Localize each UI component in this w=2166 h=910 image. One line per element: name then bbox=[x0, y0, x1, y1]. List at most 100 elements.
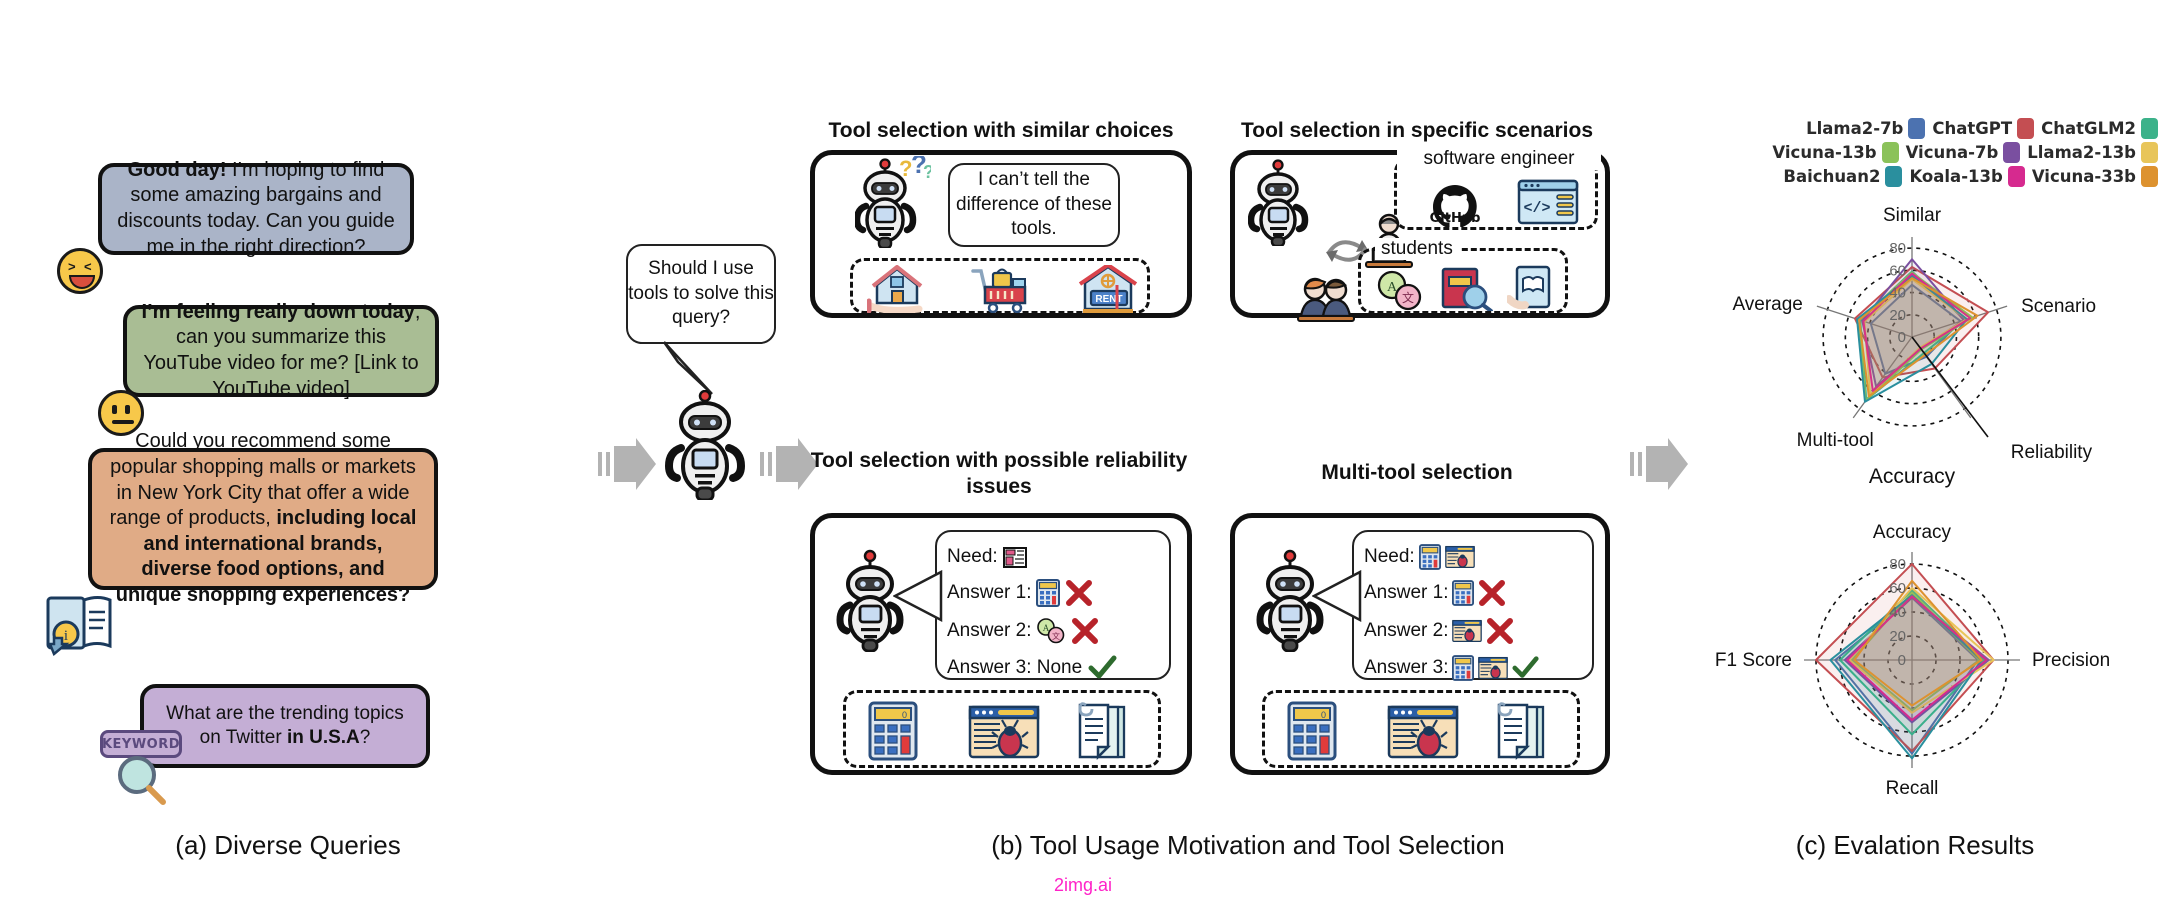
radial-tick-label: 60 bbox=[1889, 580, 1906, 597]
calculator-icon: 0 bbox=[868, 701, 918, 761]
book-magnifier-icon bbox=[1441, 267, 1493, 311]
query-bubble-youtube-summary: I’m feeling really down today, can you s… bbox=[123, 301, 439, 400]
radar-axis-label: Recall bbox=[1886, 778, 1939, 799]
legend-item-chatgpt: ChatGPT bbox=[1932, 118, 2035, 139]
legend-row: Llama2-7b ChatGPT ChatGLM2 bbox=[1688, 118, 2158, 139]
radial-tick-label: 40 bbox=[1889, 285, 1906, 302]
svg-text:?: ? bbox=[923, 162, 931, 182]
radar-axis-label: Multi-tool bbox=[1797, 430, 1874, 451]
panel-title-reliability-issues: Tool selection with possible reliability… bbox=[810, 449, 1188, 499]
cross-mark-icon bbox=[1072, 618, 1099, 644]
figure-root: Good day! I’m hoping to find some amazin… bbox=[0, 0, 2166, 910]
students-icon bbox=[1297, 277, 1355, 322]
confused-robot-icon: ? ? ? bbox=[855, 156, 931, 248]
radial-tick-label: 40 bbox=[1889, 604, 1906, 621]
svg-text:文: 文 bbox=[1052, 631, 1060, 641]
answer-label: Answer 2: bbox=[947, 620, 1032, 641]
check-mark-icon bbox=[1512, 656, 1540, 678]
tool-options-multi-tool: 0 bbox=[1262, 690, 1580, 768]
radar-chart-metrics: 0 20 40 60 80 Accuracy Precision Recall F1 Score bbox=[1715, 522, 2110, 799]
radial-tick-label: 20 bbox=[1889, 628, 1906, 645]
answer-line: Need: bbox=[1364, 540, 1582, 574]
watermark: 2img.ai bbox=[1053, 875, 1113, 895]
code-window-icon: </> bbox=[1517, 179, 1579, 225]
legend-row: Vicuna-13b Vicuna-7b Llama2-13b bbox=[1688, 142, 2158, 163]
legend-swatch bbox=[2141, 118, 2158, 139]
answer-label: Answer 1: bbox=[947, 582, 1032, 603]
legend-label: Baichuan2 bbox=[1783, 167, 1881, 186]
answer-label: Answer 3: None bbox=[947, 657, 1083, 678]
legend-row: Baichuan2 Koala-13b Vicuna-33b bbox=[1688, 166, 2158, 187]
radar-axis-label: F1 Score bbox=[1715, 650, 1792, 671]
legend-label: Koala-13b bbox=[1909, 167, 2003, 186]
calculator-icon bbox=[1452, 580, 1475, 606]
answer-label: Answer 2: bbox=[1364, 620, 1449, 641]
answer-line: Answer 3: None bbox=[947, 650, 1159, 686]
legend-label: ChatGLM2 bbox=[2041, 119, 2136, 138]
shopping-cart-icon bbox=[971, 268, 1027, 313]
bug-browser-icon bbox=[1387, 705, 1459, 759]
calculator-icon bbox=[1036, 579, 1061, 607]
radar-chart-title: Accuracy bbox=[1869, 465, 1956, 488]
calculator-icon bbox=[1418, 544, 1441, 570]
tool-options-similar-choices: RENT bbox=[850, 258, 1150, 314]
radar-axis-label: Precision bbox=[2032, 650, 2110, 671]
query-bubble-twitter-trends: What are the trending topics on Twitter … bbox=[140, 684, 430, 768]
caption-a: (a) Diverse Queries bbox=[175, 830, 401, 860]
speech-tail bbox=[893, 570, 943, 623]
radial-tick-label: 80 bbox=[1889, 240, 1906, 257]
legend-label: Llama2-7b bbox=[1806, 119, 1904, 138]
bug-browser-icon bbox=[1452, 619, 1483, 643]
legend-swatch bbox=[1881, 142, 1899, 163]
emoji-eye-right: < bbox=[84, 259, 92, 274]
emoji-eye-right bbox=[125, 405, 130, 414]
query-bold-text: Good day! bbox=[127, 158, 227, 181]
legend-label: Vicuna-13b bbox=[1772, 143, 1877, 162]
rent-house-icon: RENT bbox=[1078, 265, 1138, 313]
emoji-mouth bbox=[69, 275, 95, 289]
legend-label: Vicuna-7b bbox=[1905, 143, 1999, 162]
check-mark-icon bbox=[1088, 655, 1117, 679]
svg-text:RENT: RENT bbox=[1095, 294, 1122, 305]
speech-text: I can’t tell the difference of these too… bbox=[956, 168, 1112, 240]
radial-tick-label: 60 bbox=[1889, 262, 1906, 279]
legend-item-llama2-13b: Llama2-13b bbox=[2027, 142, 2158, 163]
speech-multi-tool: Need: Answer 1: Answer 2: Answer 3: bbox=[1352, 530, 1594, 681]
legend-swatch bbox=[2017, 118, 2035, 139]
answer-label: Answer 3: bbox=[1364, 657, 1449, 678]
robot-icon-scenarios bbox=[1248, 159, 1309, 246]
house-in-hand-icon bbox=[867, 265, 923, 313]
radar-chart-accuracy: 0 20 40 60 80 Similar Scenario Reliability Multi… bbox=[1732, 205, 2096, 488]
svg-text:i: i bbox=[64, 628, 68, 644]
bug-browser-icon bbox=[1444, 545, 1475, 569]
query-text-suffix: ? bbox=[359, 727, 371, 748]
translate-bubbles-icon: A 文 bbox=[1377, 270, 1422, 311]
svg-text:文: 文 bbox=[1402, 290, 1414, 305]
emoji-eye-left: > bbox=[68, 259, 76, 274]
center-speech-bubble: Should I use tools to solve this query? bbox=[626, 244, 776, 344]
legend-item-chatglm2: ChatGLM2 bbox=[2041, 118, 2158, 139]
scenario-label-students: students bbox=[1375, 238, 1459, 260]
document-icon bbox=[1078, 702, 1126, 761]
speech-tail bbox=[1312, 570, 1362, 623]
cross-mark-icon bbox=[1479, 580, 1506, 606]
speech-reliability-issues: Need: Answer 1: Answer 2: A 文 Answer 3: … bbox=[935, 530, 1171, 680]
legend-label: Llama2-13b bbox=[2027, 143, 2136, 162]
query-bold-text: in U.S.A bbox=[286, 727, 360, 748]
svg-text:</>: </> bbox=[1523, 200, 1550, 217]
emoji-grinning-squint-face: > < bbox=[57, 248, 103, 294]
query-bubble-greeting-shopping: Good day! I’m hoping to find some amazin… bbox=[98, 159, 414, 258]
answer-line: Need: bbox=[947, 540, 1159, 574]
keyword-badge-label: KEYWORD bbox=[101, 736, 181, 752]
answer-line: Answer 2: bbox=[1364, 612, 1582, 650]
magnifier-icon bbox=[118, 756, 166, 805]
document-icon bbox=[1497, 702, 1545, 761]
radar-axis-label: Accuracy bbox=[1873, 522, 1952, 543]
legend-item-vicuna-33b: Vicuna-33b bbox=[2032, 166, 2158, 187]
caption-c: (c) Evalation Results bbox=[1795, 830, 2035, 860]
chart-legend: Llama2-7b ChatGPT ChatGLM2 Vicuna-13b Vi… bbox=[1688, 118, 2158, 190]
panel-title-multi-tool: Multi-tool selection bbox=[1321, 461, 1513, 484]
tablet-reading-icon bbox=[1507, 265, 1551, 310]
scenario-group-software-engineer: software engineer GitHub </> bbox=[1394, 148, 1601, 230]
radial-tick-label: 20 bbox=[1889, 307, 1906, 324]
